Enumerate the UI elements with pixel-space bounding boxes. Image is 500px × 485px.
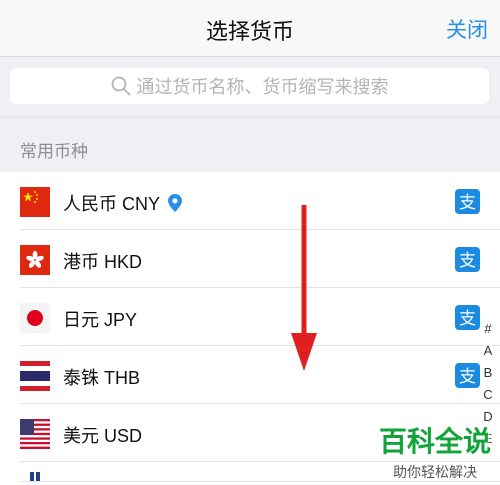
watermark-subtitle: 助你轻松解决 (393, 464, 477, 480)
index-letter[interactable]: # (484, 318, 491, 340)
currency-label: 人民币 CNY (63, 190, 183, 216)
section-label: 常用币种 (20, 142, 88, 161)
japan-flag-icon (20, 303, 50, 333)
thailand-flag-icon (20, 361, 50, 391)
currency-label-text: 人民币 CNY (63, 194, 161, 214)
currency-item-hkd[interactable]: 港币 HKD 支 (0, 230, 500, 288)
alipay-glyph: 支 (459, 367, 476, 387)
search-icon (111, 76, 130, 96)
hongkong-flag-icon (20, 245, 50, 275)
index-letter[interactable]: C (483, 384, 492, 406)
alipay-icon: 支 (455, 305, 480, 330)
search-input[interactable]: 通过货币名称、货币缩写来搜索 (10, 68, 489, 104)
alipay-glyph: 支 (459, 251, 476, 271)
alipay-glyph: 支 (459, 309, 476, 329)
section-header-common: 常用币种 (0, 117, 500, 172)
index-letter[interactable]: B (484, 362, 493, 384)
search-area: 通过货币名称、货币缩写来搜索 (0, 57, 500, 117)
page-title: 选择货币 (205, 19, 294, 44)
currency-label: 港币 HKD (63, 252, 143, 272)
usa-flag-icon (20, 419, 50, 449)
alipay-icon: 支 (455, 363, 480, 388)
location-pin-icon (168, 194, 183, 212)
alipay-icon: 支 (455, 189, 480, 214)
currency-label: 日元 JPY (63, 310, 138, 330)
currency-item-jpy[interactable]: 日元 JPY 支 (0, 288, 500, 346)
alipay-glyph: 支 (459, 193, 476, 213)
search-placeholder: 通过货币名称、货币缩写来搜索 (136, 77, 389, 97)
watermark: 百科全说 助你轻松解决 (376, 420, 494, 482)
currency-item-cny[interactable]: 人民币 CNY 支 (0, 172, 500, 230)
index-letter[interactable]: A (484, 340, 493, 362)
watermark-title: 百科全说 (378, 426, 491, 457)
uk-flag-icon (30, 472, 40, 482)
scroll-down-arrow-icon (291, 205, 317, 371)
china-flag-icon (20, 187, 50, 217)
currency-item-thb[interactable]: 泰铢 THB 支 (0, 346, 500, 404)
close-button[interactable]: 关闭 (446, 14, 488, 44)
currency-label: 美元 USD (63, 426, 143, 446)
currency-label: 泰铢 THB (63, 368, 141, 388)
alipay-icon: 支 (455, 247, 480, 272)
nav-bar: 选择货币 关闭 (0, 0, 500, 57)
